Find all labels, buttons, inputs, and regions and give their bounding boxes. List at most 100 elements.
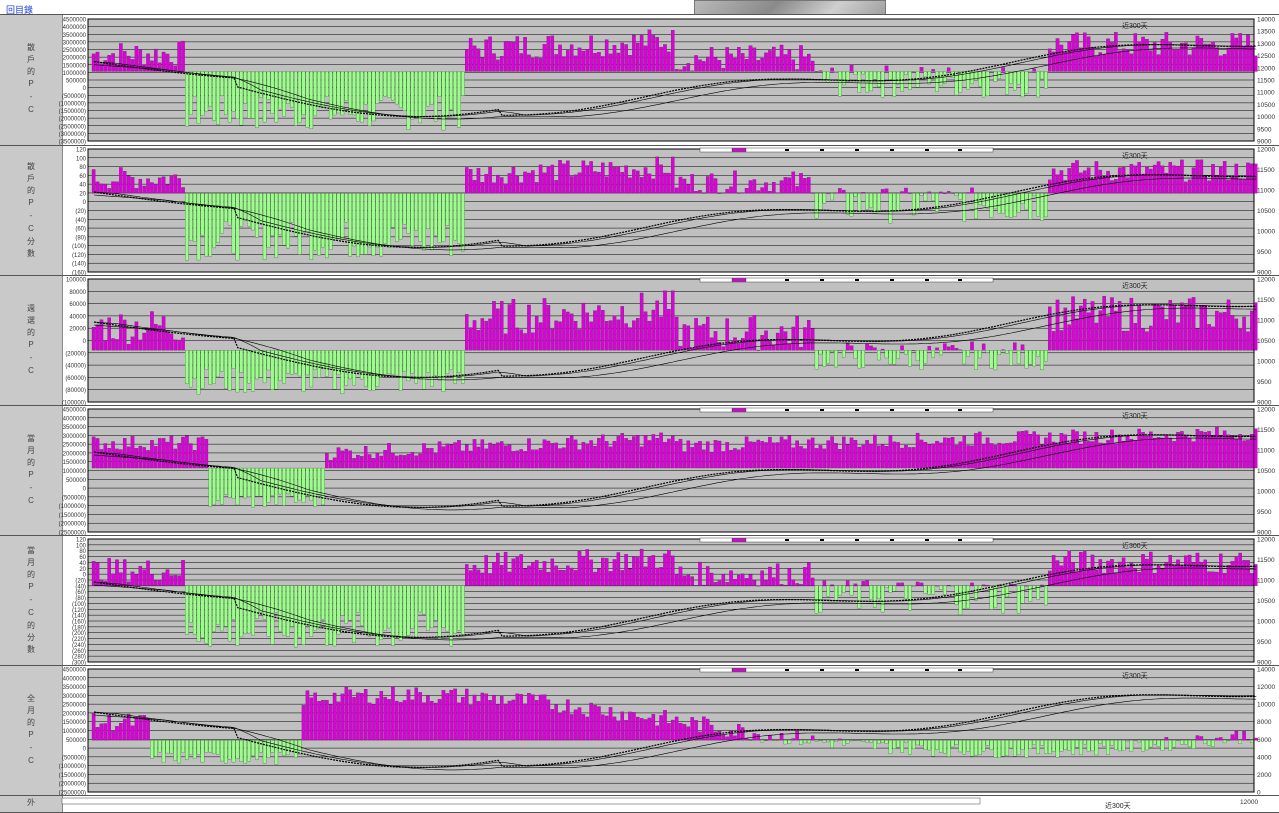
legend-marker <box>958 539 962 541</box>
bar <box>391 350 395 375</box>
bar <box>480 182 485 194</box>
bar <box>119 723 123 741</box>
bar <box>317 467 321 495</box>
bar <box>636 556 640 586</box>
bar <box>387 71 391 98</box>
y-tick-label-left: 0 <box>83 200 87 206</box>
bar <box>647 173 652 194</box>
bar <box>1005 193 1009 217</box>
bar <box>375 193 380 248</box>
bar <box>426 193 430 229</box>
bar <box>146 718 150 741</box>
y-tick-label-left: (140) <box>72 262 86 268</box>
bar <box>667 172 671 194</box>
bar <box>433 452 438 469</box>
bar <box>1094 322 1099 351</box>
bar <box>795 730 799 741</box>
bar <box>538 164 543 194</box>
bar <box>865 193 869 210</box>
bar <box>1250 740 1254 743</box>
bar <box>725 582 729 586</box>
bar <box>670 156 675 194</box>
bar <box>721 68 726 72</box>
bar <box>138 178 143 194</box>
bar <box>904 585 908 600</box>
bar <box>445 71 450 118</box>
bar <box>787 435 792 469</box>
bar <box>1176 432 1180 469</box>
bar <box>717 192 722 194</box>
bar <box>1106 440 1110 469</box>
bar <box>1005 740 1009 757</box>
bar <box>1203 304 1207 351</box>
bar <box>1168 41 1173 72</box>
bar <box>1020 344 1025 351</box>
bar <box>705 441 710 469</box>
y-tick-label-left: 2500000 <box>63 703 87 709</box>
bar <box>779 326 784 351</box>
bar <box>130 336 135 351</box>
bar <box>927 585 932 595</box>
bar <box>663 442 667 469</box>
bar <box>305 690 310 741</box>
bar <box>538 58 543 72</box>
bar <box>1090 740 1095 752</box>
bar <box>220 71 224 96</box>
bar <box>674 441 679 469</box>
y-tick-label-left: (80) <box>75 235 86 241</box>
bar <box>659 715 663 741</box>
bar <box>830 67 834 72</box>
bar <box>853 440 858 469</box>
bar <box>204 193 209 257</box>
bar <box>795 440 799 469</box>
bar <box>336 193 341 239</box>
bar <box>224 350 228 389</box>
bar <box>873 740 877 749</box>
bar <box>822 448 827 469</box>
bar <box>348 450 352 469</box>
bar <box>550 443 555 469</box>
bar <box>138 565 143 586</box>
bar <box>196 350 201 395</box>
bar <box>880 585 885 613</box>
bar <box>943 437 947 469</box>
bar <box>985 740 990 746</box>
bar <box>842 350 846 358</box>
bar <box>709 572 714 586</box>
bar <box>499 441 504 469</box>
bar <box>888 435 893 469</box>
y-tick-label-left: 4500000 <box>63 408 87 414</box>
bar <box>593 52 597 72</box>
bar <box>181 187 185 194</box>
bar <box>807 562 811 586</box>
bar <box>717 60 722 72</box>
bar <box>966 445 970 469</box>
bar <box>842 436 846 469</box>
bar <box>1079 172 1083 194</box>
bar <box>430 448 434 469</box>
bar <box>107 714 111 741</box>
bar <box>1184 305 1188 351</box>
period-label: 近300天 <box>1122 671 1148 680</box>
y-tick-label-right: 11000 <box>1257 448 1275 455</box>
bar <box>507 700 512 741</box>
bar <box>208 71 213 107</box>
bar <box>1246 440 1250 469</box>
bar <box>597 305 601 351</box>
bar <box>511 699 516 741</box>
bar <box>779 44 784 72</box>
y-tick-label-right: 14000 <box>1257 17 1275 24</box>
bar <box>705 566 710 586</box>
bar <box>814 740 819 742</box>
bar <box>616 436 621 469</box>
bar <box>441 71 446 131</box>
bar <box>496 442 500 469</box>
bar <box>818 740 823 741</box>
bar <box>760 570 764 586</box>
bar <box>601 310 605 351</box>
bar <box>352 71 356 116</box>
bar <box>196 740 201 755</box>
bar <box>814 448 819 469</box>
bar <box>636 318 640 351</box>
bar <box>507 571 512 586</box>
